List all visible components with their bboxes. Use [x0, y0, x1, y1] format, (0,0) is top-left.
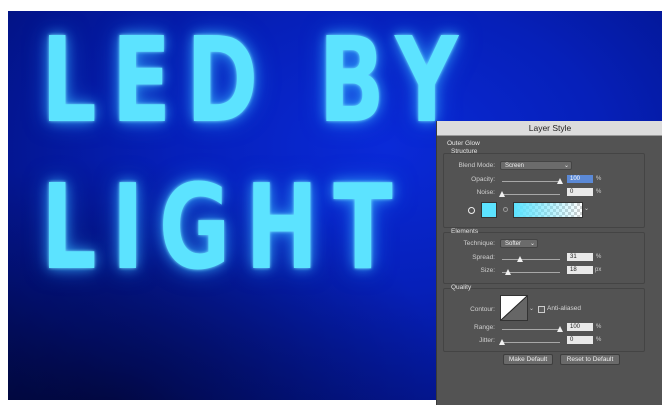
spread-field[interactable]: 31 [567, 253, 593, 261]
jitter-unit: % [596, 337, 602, 343]
contour-label: Contour: [470, 306, 495, 313]
jitter-field[interactable]: 0 [567, 336, 593, 344]
technique-select[interactable]: Softer ⌄ [500, 239, 538, 248]
section-title: Outer Glow [447, 140, 480, 147]
artwork-text-line1: LED BY [41, 11, 473, 149]
contour-chevron-icon[interactable]: ⌄ [529, 305, 534, 312]
opacity-slider-thumb[interactable] [557, 178, 563, 184]
technique-value: Softer [505, 241, 522, 247]
range-unit: % [596, 324, 602, 330]
spread-unit: % [596, 254, 602, 260]
chevron-down-icon: ⌄ [529, 241, 535, 247]
noise-slider-thumb[interactable] [499, 191, 505, 197]
jitter-slider[interactable] [502, 342, 560, 343]
opacity-unit: % [596, 176, 602, 182]
glow-color-swatch[interactable] [481, 202, 497, 218]
range-slider[interactable] [502, 329, 560, 330]
anti-aliased-label: Anti-aliased [547, 305, 581, 312]
range-label: Range: [474, 324, 495, 331]
reset-to-default-button[interactable]: Reset to Default [560, 354, 620, 365]
noise-label: Noise: [476, 189, 495, 196]
make-default-button[interactable]: Make Default [503, 354, 553, 365]
opacity-label: Opacity: [471, 176, 495, 183]
noise-slider[interactable] [502, 194, 560, 195]
layer-style-dialog: Layer Style Outer Glow Structure Blend M… [436, 121, 662, 405]
size-slider-thumb[interactable] [505, 269, 511, 275]
elements-heading: Elements [451, 228, 479, 235]
structure-heading: Structure [451, 148, 478, 155]
blend-mode-select[interactable]: Screen ⌄ [500, 161, 572, 170]
noise-field[interactable]: 0 [567, 188, 593, 196]
size-field[interactable]: 18 [567, 266, 593, 274]
blend-mode-value: Screen [505, 163, 525, 169]
quality-heading: Quality [451, 284, 472, 291]
range-field[interactable]: 100 [567, 323, 593, 331]
spread-label: Spread: [472, 254, 495, 261]
gradient-chevron-icon[interactable]: ⌄ [584, 205, 589, 212]
opacity-slider[interactable] [502, 181, 560, 182]
size-label: Size: [480, 267, 495, 274]
size-unit: px [595, 267, 602, 273]
technique-label: Technique: [463, 240, 495, 247]
spread-slider[interactable] [502, 259, 560, 260]
dialog-title: Layer Style [437, 121, 662, 136]
noise-unit: % [596, 189, 602, 195]
contour-picker[interactable] [500, 295, 528, 321]
gradient-radio[interactable] [503, 207, 508, 212]
anti-aliased-checkbox[interactable] [538, 306, 545, 313]
contour-linear-icon [501, 296, 527, 320]
glow-gradient-picker[interactable] [513, 202, 583, 218]
chevron-down-icon: ⌄ [563, 163, 569, 169]
range-slider-thumb[interactable] [557, 326, 563, 332]
spread-slider-thumb[interactable] [517, 256, 523, 262]
jitter-slider-thumb[interactable] [499, 339, 505, 345]
jitter-label: Jitter: [479, 337, 495, 344]
solid-color-radio[interactable] [468, 207, 475, 214]
artwork-text-line2: LIGHT [41, 158, 408, 296]
blend-mode-label: Blend Mode: [458, 162, 496, 169]
opacity-field[interactable]: 100 [567, 175, 593, 183]
